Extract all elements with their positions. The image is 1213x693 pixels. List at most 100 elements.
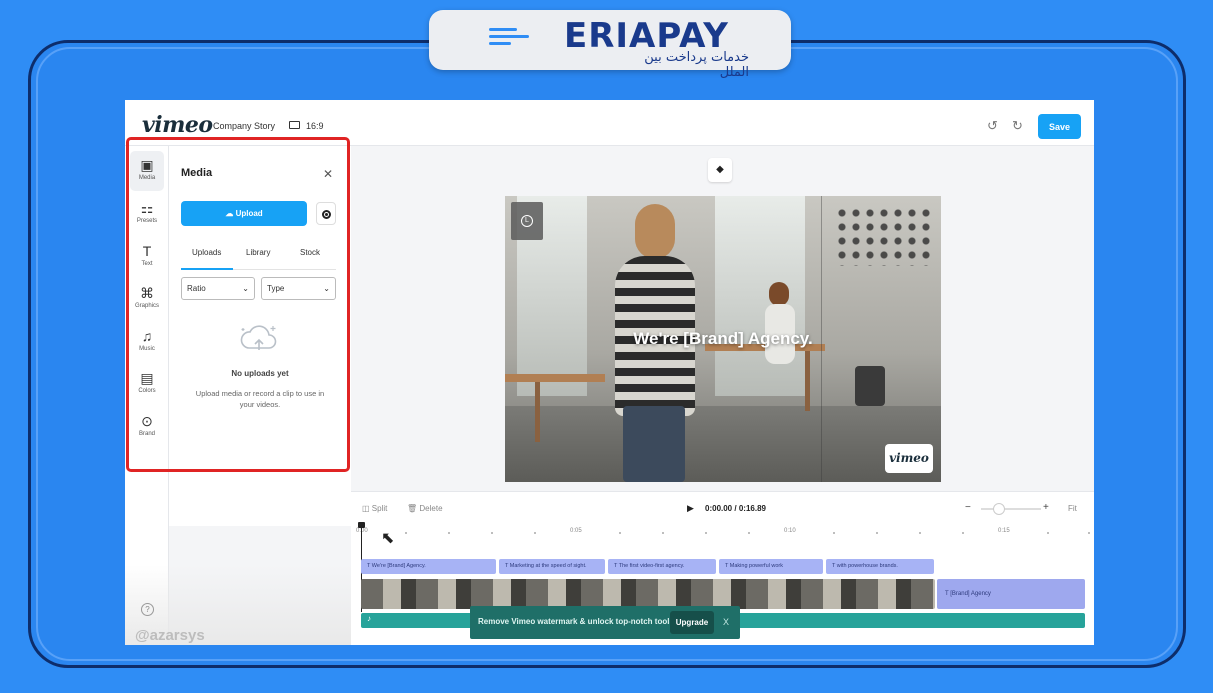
rail-label: Graphics xyxy=(134,303,159,309)
shapes-icon: ⌘ xyxy=(140,285,154,301)
desk-leg xyxy=(805,351,810,411)
delete-label: Delete xyxy=(419,504,443,513)
video-overlay-text[interactable]: We're [Brand] Agency. xyxy=(505,329,941,349)
upload-label: Upload xyxy=(235,209,263,218)
rail-item-presets[interactable]: ⚏ Presets xyxy=(130,194,164,234)
tab-library[interactable]: Library xyxy=(246,248,270,257)
save-button[interactable]: Save xyxy=(1038,114,1081,139)
ruler-label: 0:10 xyxy=(784,528,796,534)
chevron-down-icon: ⌄ xyxy=(323,284,330,293)
wall-decor xyxy=(835,206,935,266)
tab-uploads[interactable]: Uploads xyxy=(192,248,221,257)
caption-clip[interactable]: T We're [Brand] Agency. xyxy=(361,559,496,574)
zoom-in-icon[interactable]: + xyxy=(1043,502,1049,513)
help-icon[interactable]: ? xyxy=(141,603,154,616)
floor xyxy=(505,406,941,482)
aspect-ratio-label[interactable]: 16:9 xyxy=(306,121,324,131)
ruler-tick xyxy=(619,532,621,534)
upgrade-banner-text: Remove Vimeo watermark & unlock top-notc… xyxy=(478,617,677,626)
music-icon: ♫ xyxy=(141,328,153,344)
ruler-tick xyxy=(876,532,878,534)
ruler-tick xyxy=(405,532,407,534)
image-icon: ▣ xyxy=(140,157,154,173)
brand-banner: ERIAPAY خدمات پرداخت بین الملل xyxy=(429,10,791,80)
brand-logo: ERIAPAY خدمات پرداخت بین الملل xyxy=(489,14,749,80)
ruler-tick xyxy=(962,532,964,534)
end-card-text: [Brand] Agency xyxy=(950,591,991,597)
chevron-down-icon: ⌄ xyxy=(242,284,249,293)
upgrade-button[interactable]: Upgrade xyxy=(670,611,714,634)
zoom-out-icon[interactable]: − xyxy=(965,502,971,513)
text-icon: T xyxy=(142,243,152,259)
rail-item-brand[interactable]: ⊙ Brand xyxy=(130,407,164,447)
record-button[interactable] xyxy=(316,202,336,225)
top-bar: vimeo Company Story 16:9 ↺ ↻ Save xyxy=(125,100,1094,146)
ruler-label: 0:05 xyxy=(570,528,582,534)
zoom-slider[interactable] xyxy=(981,508,1041,510)
rail-item-colors[interactable]: ▤ Colors xyxy=(130,364,164,404)
rail-label: Colors xyxy=(138,388,156,394)
vimeo-watermark: vimeo xyxy=(885,444,933,473)
seated-person-head xyxy=(769,282,789,306)
tab-stock[interactable]: Stock xyxy=(300,248,320,257)
paint-bucket-icon[interactable]: ◆ xyxy=(708,158,732,182)
rail-label: Music xyxy=(139,346,155,352)
ruler-tick xyxy=(705,532,707,534)
ruler-tick xyxy=(748,532,750,534)
panel-title: Media xyxy=(181,167,213,179)
video-preview[interactable]: L We're [Brand] Agency. vimeo xyxy=(505,196,941,482)
caption-clip[interactable]: T Marketing at the speed of sight. xyxy=(499,559,605,574)
project-title[interactable]: Company Story xyxy=(213,121,275,131)
caption-clip[interactable]: T The first video-first agency. xyxy=(608,559,716,574)
palette-icon: ▤ xyxy=(140,370,154,386)
time-ruler[interactable]: 0:00 0:05 0:10 0:15 xyxy=(356,528,1092,542)
rail-item-graphics[interactable]: ⌘ Graphics xyxy=(130,279,164,319)
brand-icon: L xyxy=(521,215,533,227)
caption-text: with powerhouse brands. xyxy=(836,563,898,569)
office-chair xyxy=(855,366,885,406)
empty-state-description: Upload media or record a clip to use in … xyxy=(195,389,325,409)
ruler-tick xyxy=(919,532,921,534)
aspect-ratio-icon[interactable] xyxy=(289,121,300,129)
close-icon[interactable]: X xyxy=(723,617,729,627)
play-icon[interactable]: ▶ xyxy=(687,503,694,514)
grid-icon: ⚏ xyxy=(140,200,154,216)
time-readout: 0:00.00 / 0:16.89 xyxy=(705,504,766,513)
caption-clip[interactable]: T with powerhouse brands. xyxy=(826,559,934,574)
delete-button[interactable]: 🗑 Delete xyxy=(407,504,443,513)
fit-button[interactable]: Fit xyxy=(1068,504,1077,513)
ruler-tick xyxy=(1088,532,1090,534)
brand-tagline: خدمات پرداخت بین الملل xyxy=(644,50,749,80)
walking-person-head xyxy=(635,204,675,259)
active-tab-indicator xyxy=(181,268,233,270)
walking-person-legs xyxy=(623,406,685,482)
channel-watermark: @azarsys xyxy=(135,627,205,644)
end-card-clip[interactable]: T [Brand] Agency xyxy=(937,579,1085,609)
speed-lines-icon xyxy=(489,28,529,49)
video-editor-app: vimeo Company Story 16:9 ↺ ↻ Save ▣ Medi… xyxy=(125,100,1094,645)
video-track[interactable] xyxy=(361,579,935,609)
upload-button[interactable]: ☁ Upload xyxy=(181,201,307,226)
ruler-tick xyxy=(491,532,493,534)
rail-item-media[interactable]: ▣ Media xyxy=(130,151,164,191)
window-light xyxy=(715,196,805,396)
rail-item-text[interactable]: T Text xyxy=(130,237,164,277)
rail-item-music[interactable]: ♫ Music xyxy=(130,322,164,362)
mouse-cursor-icon: ⬉ xyxy=(381,530,395,547)
zoom-slider-handle[interactable] xyxy=(993,503,1005,515)
vimeo-logo[interactable]: vimeo xyxy=(142,112,213,138)
caption-clip[interactable]: T Making powerful work xyxy=(719,559,823,574)
close-icon[interactable]: ✕ xyxy=(323,167,333,181)
time-separator: / xyxy=(734,504,737,513)
ruler-tick xyxy=(833,532,835,534)
ruler-label: 0:15 xyxy=(998,528,1010,534)
ratio-select[interactable]: Ratio ⌄ xyxy=(181,277,255,300)
undo-icon[interactable]: ↺ xyxy=(987,118,998,134)
brand-badge[interactable]: L xyxy=(511,202,543,240)
redo-icon[interactable]: ↻ xyxy=(1012,118,1023,134)
trash-icon: 🗑 xyxy=(407,504,420,513)
split-button[interactable]: ◫ Split xyxy=(362,504,387,513)
current-time: 0:00.00 xyxy=(705,504,733,513)
type-select[interactable]: Type ⌄ xyxy=(261,277,336,300)
rail-label: Presets xyxy=(136,218,158,224)
